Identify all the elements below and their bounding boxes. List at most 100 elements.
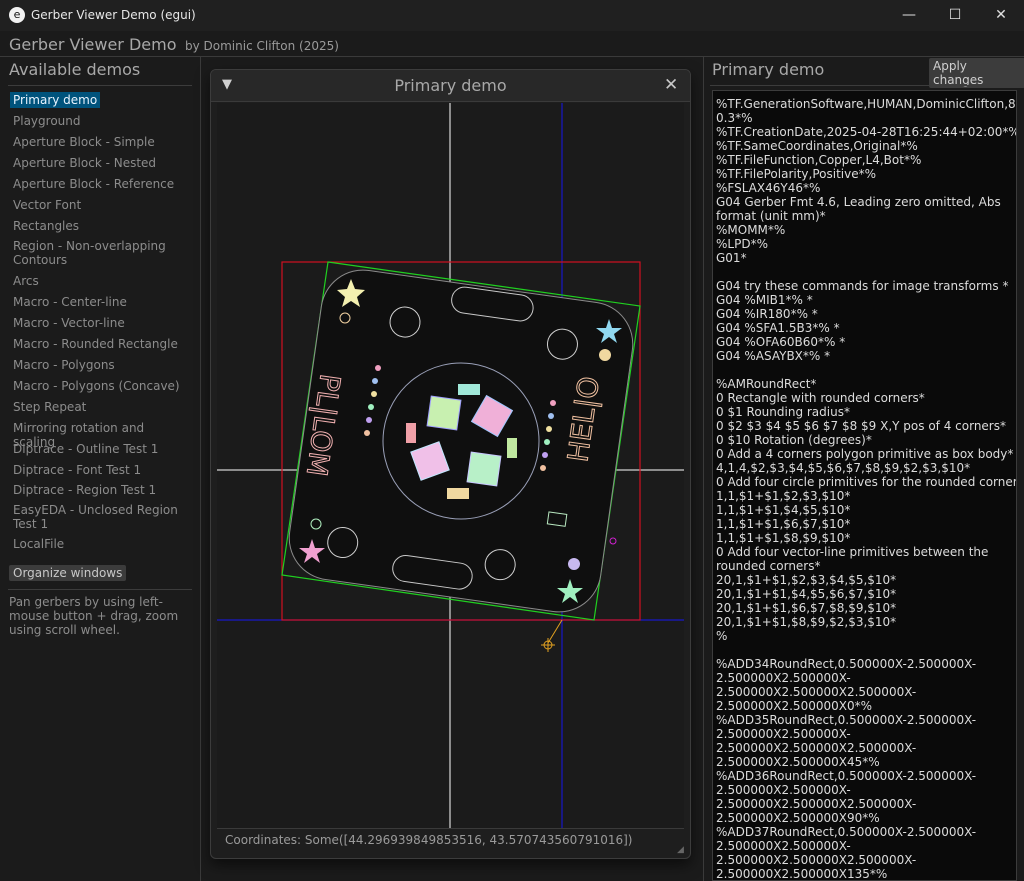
sidebar-item-demo[interactable]: Macro - Polygons [10, 357, 190, 373]
sidebar-divider-bottom [8, 589, 192, 590]
sidebar-item-demo[interactable]: Primary demo [10, 92, 101, 108]
sidebar-item-demo[interactable]: Macro - Rounded Rectangle [10, 336, 190, 352]
close-window-button[interactable]: ✕ [978, 0, 1024, 31]
sidebar-item-demo[interactable]: Diptrace - Region Test 1 [10, 482, 190, 498]
code-line[interactable]: 2.500000X2.500000X135*% [713, 867, 1016, 880]
code-line[interactable]: 0 $2 $3 $4 $5 $6 $7 $8 $9 X,Y pos of 4 c… [713, 419, 1016, 433]
gerber-source-editor[interactable]: %TF.GenerationSoftware,HUMAN,DominicClif… [712, 90, 1017, 881]
code-line[interactable]: 0 Add four vector-line primitives betwee… [713, 545, 1016, 559]
code-line[interactable]: G04 %ASAYBX*% * [713, 349, 1016, 363]
code-line[interactable]: 2.500000X2.500000X- [713, 783, 1016, 797]
source-panel: Primary demo Apply changes %TF.Generatio… [703, 57, 1024, 881]
code-line[interactable]: %FSLAX46Y46*% [713, 181, 1016, 195]
code-line[interactable]: 0 Rectangle with rounded corners* [713, 391, 1016, 405]
sidebar-item-demo[interactable]: Diptrace - Outline Test 1 [10, 441, 190, 457]
app-icon: e [9, 7, 25, 23]
sidebar-heading: Available demos [9, 60, 141, 79]
sidebar-item-demo[interactable]: Macro - Polygons (Concave) [10, 378, 190, 394]
code-line[interactable]: G04 %SFA1.5B3*% * [713, 321, 1016, 335]
code-line[interactable]: 0 Add four circle primitives for the rou… [713, 475, 1016, 489]
app-header: Gerber Viewer Demo by Dominic Clifton (2… [0, 31, 1024, 57]
gerber-canvas[interactable]: PL|LOM HEL|O [217, 103, 684, 829]
organize-windows-button[interactable]: Organize windows [9, 565, 127, 581]
code-line[interactable]: 2.500000X2.500000X45*% [713, 755, 1016, 769]
apply-changes-button[interactable]: Apply changes [929, 58, 1024, 88]
sidebar-item-demo[interactable]: Region - Non-overlapping Contours [10, 238, 190, 268]
code-line[interactable]: 2.500000X2.500000X2.500000X- [713, 685, 1016, 699]
sidebar-item-demo[interactable]: Macro - Center-line [10, 294, 190, 310]
code-line[interactable]: 1,1,$1+$1,$8,$9,$10* [713, 531, 1016, 545]
code-line[interactable]: %TF.FilePolarity,Positive*% [713, 167, 1016, 181]
source-panel-title: Primary demo [712, 60, 825, 79]
minimize-button[interactable]: — [886, 0, 932, 31]
sidebar-item-demo[interactable]: Aperture Block - Simple [10, 134, 190, 150]
code-line[interactable]: 1,1,$1+$1,$2,$3,$10* [713, 489, 1016, 503]
code-line[interactable]: 2.500000X2.500000X2.500000X- [713, 797, 1016, 811]
code-line[interactable] [713, 643, 1016, 657]
usage-hint: Pan gerbers by using left-mouse button +… [9, 595, 179, 637]
close-icon[interactable]: ✕ [664, 75, 678, 95]
gerber-viewport[interactable]: PL|LOM HEL|O [217, 103, 684, 829]
code-line[interactable] [713, 363, 1016, 377]
code-lines: %TF.GenerationSoftware,HUMAN,DominicClif… [713, 91, 1016, 880]
code-line[interactable]: %ADD37RoundRect,0.500000X-2.500000X- [713, 825, 1016, 839]
code-line[interactable] [713, 265, 1016, 279]
code-line[interactable]: 1,1,$1+$1,$4,$5,$10* [713, 503, 1016, 517]
code-line[interactable]: %TF.FileFunction,Copper,L4,Bot*% [713, 153, 1016, 167]
code-line[interactable]: 0 $1 Rounding radius* [713, 405, 1016, 419]
code-line[interactable]: %TF.GenerationSoftware,HUMAN,DominicClif… [713, 97, 1016, 111]
code-line[interactable]: 1,1,$1+$1,$6,$7,$10* [713, 517, 1016, 531]
code-line[interactable]: G04 %IR180*% * [713, 307, 1016, 321]
code-line[interactable]: G04 try these commands for image transfo… [713, 279, 1016, 293]
sidebar-item-demo[interactable]: Macro - Vector-line [10, 315, 190, 331]
sidebar-item-demo[interactable]: LocalFile [10, 536, 190, 552]
code-line[interactable]: G04 %OFA60B60*% * [713, 335, 1016, 349]
code-line[interactable]: %AMRoundRect* [713, 377, 1016, 391]
window-titlebar[interactable]: e Gerber Viewer Demo (egui) — ☐ ✕ [0, 0, 1024, 32]
primary-demo-window[interactable]: ▼ Primary demo ✕ PL|LOM HEL|O Coordinate… [210, 69, 691, 859]
code-line[interactable]: %ADD36RoundRect,0.500000X-2.500000X- [713, 769, 1016, 783]
maximize-button[interactable]: ☐ [932, 0, 978, 31]
code-line[interactable]: %MOMM*% [713, 223, 1016, 237]
code-line[interactable]: 0 Add a 4 corners polygon primitive as b… [713, 447, 1016, 461]
resize-grip-icon[interactable]: ◢ [677, 845, 687, 855]
sidebar-item-demo[interactable]: Arcs [10, 273, 190, 289]
demo-window-header[interactable]: ▼ Primary demo ✕ [211, 70, 690, 102]
code-line[interactable]: 0 $10 Rotation (degrees)* [713, 433, 1016, 447]
code-line[interactable]: 2.500000X2.500000X- [713, 671, 1016, 685]
sidebar-item-demo[interactable]: Aperture Block - Nested [10, 155, 190, 171]
code-line[interactable]: 2.500000X2.500000X- [713, 839, 1016, 853]
code-line[interactable]: %TF.SameCoordinates,Original*% [713, 139, 1016, 153]
code-line[interactable]: 2.500000X2.500000X2.500000X- [713, 741, 1016, 755]
code-line[interactable]: % [713, 629, 1016, 643]
sidebar-item-demo[interactable]: EasyEDA - Unclosed Region Test 1 [10, 502, 190, 532]
demo-window-title: Primary demo [394, 76, 507, 95]
code-line[interactable]: 2.500000X2.500000X0*% [713, 699, 1016, 713]
code-line[interactable]: G01* [713, 251, 1016, 265]
code-line[interactable]: G04 %MIB1*% * [713, 293, 1016, 307]
code-line[interactable]: 4,1,4,$2,$3,$4,$5,$6,$7,$8,$9,$2,$3,$10* [713, 461, 1016, 475]
code-line[interactable]: %TF.CreationDate,2025-04-28T16:25:44+02:… [713, 125, 1016, 139]
cursor-coordinates: Coordinates: Some([44.296939849853516, 4… [225, 833, 633, 847]
sidebar-item-demo[interactable]: Vector Font [10, 197, 190, 213]
code-line[interactable]: rounded corners* [713, 559, 1016, 573]
code-line[interactable]: %ADD35RoundRect,0.500000X-2.500000X- [713, 713, 1016, 727]
code-line[interactable]: 2.500000X2.500000X2.500000X- [713, 853, 1016, 867]
code-line[interactable]: 0.3*% [713, 111, 1016, 125]
code-line[interactable]: 20,1,$1+$1,$4,$5,$6,$7,$10* [713, 587, 1016, 601]
sidebar-item-demo[interactable]: Playground [10, 113, 190, 129]
code-line[interactable]: 20,1,$1+$1,$8,$9,$2,$3,$10* [713, 615, 1016, 629]
code-line[interactable]: %ADD34RoundRect,0.500000X-2.500000X- [713, 657, 1016, 671]
sidebar-item-demo[interactable]: Aperture Block - Reference [10, 176, 190, 192]
sidebar-item-demo[interactable]: Step Repeat [10, 399, 190, 415]
code-line[interactable]: format (unit mm)* [713, 209, 1016, 223]
code-line[interactable]: G04 Gerber Fmt 4.6, Leading zero omitted… [713, 195, 1016, 209]
code-line[interactable]: 2.500000X2.500000X- [713, 727, 1016, 741]
sidebar-item-demo[interactable]: Diptrace - Font Test 1 [10, 462, 190, 478]
sidebar-divider [8, 85, 192, 86]
code-line[interactable]: 2.500000X2.500000X90*% [713, 811, 1016, 825]
sidebar-item-demo[interactable]: Rectangles [10, 218, 190, 234]
code-line[interactable]: 20,1,$1+$1,$2,$3,$4,$5,$10* [713, 573, 1016, 587]
code-line[interactable]: 20,1,$1+$1,$6,$7,$8,$9,$10* [713, 601, 1016, 615]
code-line[interactable]: %LPD*% [713, 237, 1016, 251]
